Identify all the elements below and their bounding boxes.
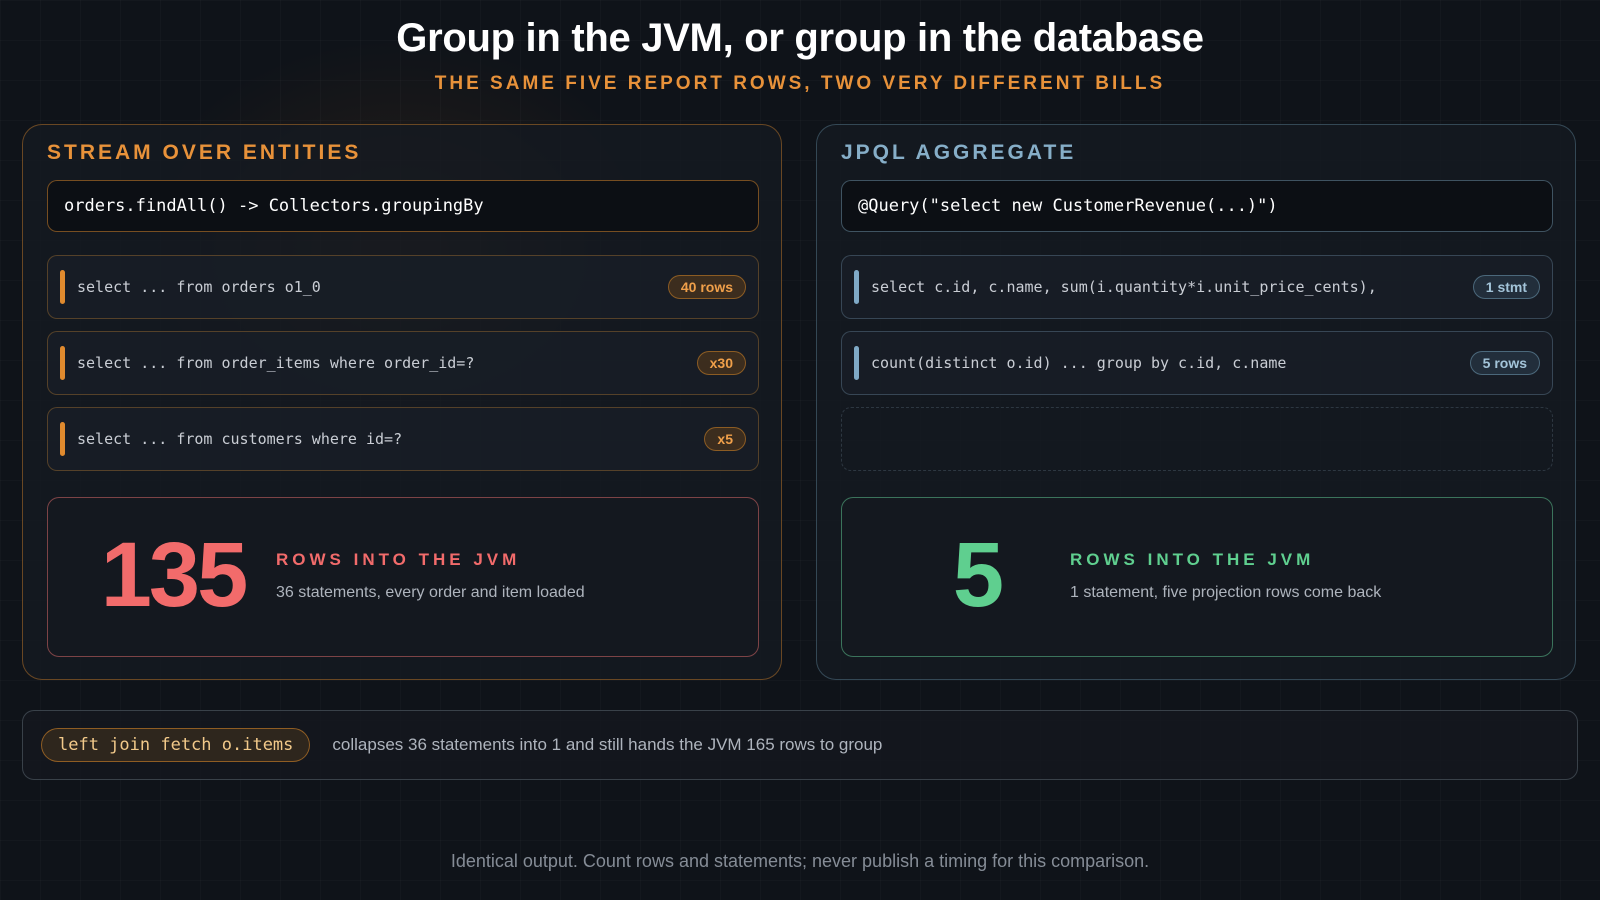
result-label: ROWS INTO THE JVM bbox=[276, 550, 521, 569]
page-title: Group in the JVM, or group in the databa… bbox=[396, 16, 1204, 60]
page-subtitle: THE SAME FIVE REPORT ROWS, TWO VERY DIFF… bbox=[434, 73, 1166, 94]
fetch-join-note: left join fetch o.items collapses 36 sta… bbox=[22, 710, 1578, 780]
empty-statement-slot bbox=[841, 407, 1553, 471]
bottom-caption: Identical output. Count rows and stateme… bbox=[450, 851, 1150, 871]
result-card: 135 ROWS INTO THE JVM 36 statements, eve… bbox=[47, 497, 759, 657]
result-card: 5 ROWS INTO THE JVM 1 statement, five pr… bbox=[841, 497, 1553, 657]
statement-count-badge: 5 rows bbox=[1469, 351, 1540, 375]
jpql-aggregate-panel: JPQL AGGREGATE @Query("select new Custom… bbox=[816, 124, 1576, 680]
statement-count-badge: 1 stmt bbox=[1472, 275, 1540, 299]
fetch-join-description: collapses 36 statements into 1 and still… bbox=[332, 735, 883, 754]
stream-over-entities-panel: STREAM OVER ENTITIES orders.findAll() ->… bbox=[22, 124, 782, 680]
statement-accent-bar bbox=[854, 346, 859, 380]
sql-statement-text: select ... from orders o1_0 bbox=[77, 278, 321, 296]
statement-count-badge: x30 bbox=[696, 351, 746, 375]
code-snippet: orders.findAll() -> Collectors.groupingB… bbox=[47, 180, 759, 232]
statement-accent-bar bbox=[60, 270, 65, 304]
fetch-join-pill: left join fetch o.items bbox=[41, 728, 311, 762]
statement-count-badge: x5 bbox=[704, 427, 746, 451]
code-snippet: @Query("select new CustomerRevenue(...)"… bbox=[841, 180, 1553, 232]
sql-statement-text: count(distinct o.id) ... group by c.id, … bbox=[871, 354, 1287, 372]
sql-statement-text: select ... from order_items where order_… bbox=[77, 354, 475, 372]
rows-count-number: 135 bbox=[100, 524, 249, 626]
sql-statement-row: count(distinct o.id) ... group by c.id, … bbox=[841, 331, 1553, 395]
panel-heading: STREAM OVER ENTITIES bbox=[47, 141, 362, 164]
result-label: ROWS INTO THE JVM bbox=[1070, 550, 1315, 569]
statement-count-badge: 40 rows bbox=[667, 275, 746, 299]
sql-statement-row: select ... from order_items where order_… bbox=[47, 331, 759, 395]
sql-statement-text: select ... from customers where id=? bbox=[77, 430, 403, 448]
panel-heading: JPQL AGGREGATE bbox=[841, 141, 1077, 164]
sql-statement-row: select ... from orders o1_0 40 rows bbox=[47, 255, 759, 319]
statement-accent-bar bbox=[60, 346, 65, 380]
sql-statement-row: select ... from customers where id=? x5 bbox=[47, 407, 759, 471]
sql-statement-row: select c.id, c.name, sum(i.quantity*i.un… bbox=[841, 255, 1553, 319]
result-description: 1 statement, five projection rows come b… bbox=[1070, 584, 1382, 601]
sql-statement-text: select c.id, c.name, sum(i.quantity*i.un… bbox=[871, 278, 1377, 296]
statement-accent-bar bbox=[854, 270, 859, 304]
result-description: 36 statements, every order and item load… bbox=[276, 584, 585, 601]
rows-count-number: 5 bbox=[952, 524, 1004, 626]
statement-accent-bar bbox=[60, 422, 65, 456]
